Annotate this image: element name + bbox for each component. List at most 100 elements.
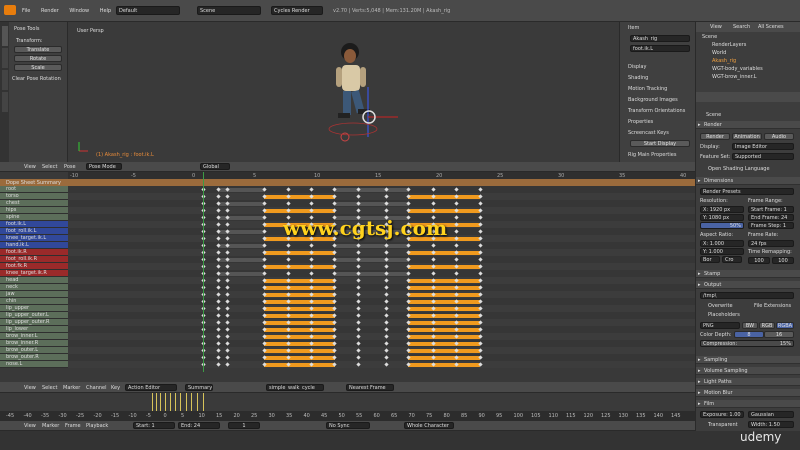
border-checkbox[interactable]: Bor (700, 256, 720, 263)
3d-viewport[interactable]: User Persp (1) Akash_rig : foot.ik.L (68, 22, 619, 162)
resolution-x-field[interactable]: X: 1920 px (700, 206, 744, 213)
shading-section[interactable]: Shading (628, 75, 648, 81)
render-presets-selector[interactable]: Render Presets (700, 188, 794, 195)
channel-row[interactable]: neck (0, 284, 68, 291)
transform-orientations-section[interactable]: Transform Orientations (628, 108, 685, 114)
viewport-menu-view[interactable]: View (24, 164, 36, 170)
tab-create[interactable] (2, 48, 8, 68)
outliner-tab-search[interactable]: Search (733, 24, 750, 30)
filter-selector[interactable]: Gaussian (748, 411, 794, 418)
resolution-percent-field[interactable]: 50% (700, 222, 744, 229)
display-selector[interactable]: Image Editor (732, 143, 794, 150)
transparent-checkbox[interactable]: Transparent (708, 422, 738, 428)
rgb-button[interactable]: RGB (759, 322, 775, 329)
motion-blur-panel-header[interactable]: Motion Blur (696, 389, 800, 397)
channel-row[interactable]: jaw (0, 291, 68, 298)
snap-selector[interactable]: Nearest Frame (346, 384, 394, 391)
keying-set-selector[interactable]: Whole Character (404, 422, 454, 429)
time-remap-old-field[interactable]: 100 (748, 257, 770, 264)
sync-selector[interactable]: No Sync (326, 422, 370, 429)
channel-row[interactable]: foot.fk.R (0, 263, 68, 270)
clear-pose-rotation-header[interactable]: Clear Pose Rotation (12, 76, 61, 82)
menu-help[interactable]: Help (100, 8, 111, 14)
dope-menu-select[interactable]: Select (42, 385, 57, 391)
tab-tools[interactable] (2, 26, 8, 46)
feature-set-selector[interactable]: Supported (732, 153, 794, 160)
menu-window[interactable]: Window (69, 8, 89, 14)
film-panel-header[interactable]: Film (696, 400, 800, 408)
rotate-button[interactable]: Rotate (14, 55, 62, 62)
background-images-section[interactable]: Background Images (628, 97, 678, 103)
output-panel-header[interactable]: Output (696, 281, 800, 289)
tab-relations[interactable] (2, 70, 8, 90)
channel-row[interactable]: lip_upper_outer.R (0, 319, 68, 326)
menu-render[interactable]: Render (41, 8, 59, 14)
render-button[interactable]: Render (700, 133, 730, 140)
outliner-wgt-body[interactable]: WGT-body_variables (712, 66, 763, 72)
dope-menu-view[interactable]: View (24, 385, 36, 391)
depth-16-button[interactable]: 16 (764, 331, 794, 338)
display-section[interactable]: Display (628, 64, 646, 70)
dope-menu-marker[interactable]: Marker (63, 385, 80, 391)
timeline-menu-frame[interactable]: Frame (65, 423, 81, 429)
sampling-panel-header[interactable]: Sampling (696, 356, 800, 364)
pose-tools-header[interactable]: Pose Tools (14, 26, 39, 32)
outliner-akash-rig[interactable]: Akash_rig (712, 58, 736, 64)
channel-row[interactable]: brow_inner.R (0, 340, 68, 347)
osl-checkbox[interactable]: Open Shading Language (708, 166, 770, 172)
dope-menu-channel[interactable]: Channel (86, 385, 107, 391)
channel-row[interactable]: foot_roll.ik.R (0, 256, 68, 263)
channel-row[interactable]: head (0, 277, 68, 284)
channel-row[interactable]: nose.L (0, 361, 68, 368)
dope-menu-key[interactable]: Key (111, 385, 120, 391)
orientation-selector[interactable]: Global (200, 163, 230, 170)
aspect-x-field[interactable]: X: 1.000 (700, 240, 744, 247)
mode-selector[interactable]: Pose Mode (86, 163, 122, 170)
frame-rate-selector[interactable]: 24 fps (748, 240, 794, 247)
channel-row[interactable]: brow_inner.L (0, 333, 68, 340)
item-name-field[interactable]: Akash_rig (630, 35, 690, 42)
translate-button[interactable]: Translate (14, 46, 62, 53)
frame-step-field[interactable]: Frame Step: 1 (748, 222, 794, 229)
channel-row[interactable]: lip_upper_outer.L (0, 312, 68, 319)
channel-row[interactable]: knee_target.ik.R (0, 270, 68, 277)
channel-row[interactable]: lip_lower (0, 326, 68, 333)
timeline-menu-view[interactable]: View (24, 423, 36, 429)
channel-row[interactable]: foot.ik.R (0, 249, 68, 256)
outliner-tab-all-scenes[interactable]: All Scenes (758, 24, 784, 30)
audio-button[interactable]: Audio (764, 133, 794, 140)
scale-button[interactable]: Scale (14, 64, 62, 71)
animation-button[interactable]: Animation (732, 133, 762, 140)
render-engine-selector[interactable]: Cycles Render (271, 6, 323, 15)
start-display-button[interactable]: Start Display (630, 140, 690, 147)
properties-section[interactable]: Properties (628, 119, 653, 125)
filter-width-field[interactable]: Width: 1.50 (748, 421, 794, 428)
outliner-world[interactable]: World (712, 50, 726, 56)
render-panel-header[interactable]: Render (696, 121, 800, 129)
summary-row[interactable]: Dope Sheet Summary (0, 179, 695, 186)
volume-sampling-panel-header[interactable]: Volume Sampling (696, 367, 800, 375)
aspect-y-field[interactable]: Y: 1.000 (700, 248, 744, 255)
end-frame-field[interactable]: End: 24 (178, 422, 220, 429)
start-frame-field[interactable]: Start Frame: 1 (748, 206, 794, 213)
rgba-button[interactable]: RGBA (776, 322, 794, 329)
viewport-menu-select[interactable]: Select (42, 164, 57, 170)
item-header[interactable]: Item (628, 25, 639, 31)
scene-selector[interactable]: Scene (197, 6, 261, 15)
summary-toggle[interactable]: Summary (185, 384, 213, 391)
keyframe-area[interactable] (68, 186, 695, 368)
viewport-menu-pose[interactable]: Pose (64, 164, 76, 170)
timeline-menu-marker[interactable]: Marker (42, 423, 59, 429)
overwrite-checkbox[interactable]: Overwrite (708, 303, 733, 309)
bw-button[interactable]: BW (742, 322, 758, 329)
editor-mode-selector[interactable]: Action Editor (125, 384, 177, 391)
channel-row[interactable]: knee_target.ik.L (0, 235, 68, 242)
time-remap-new-field[interactable]: 100 (772, 257, 794, 264)
outliner-renderlayers[interactable]: RenderLayers (712, 42, 746, 48)
channel-row[interactable]: foot.ik.L (0, 221, 68, 228)
channel-row[interactable]: chest (0, 200, 68, 207)
depth-8-button[interactable]: 8 (734, 331, 764, 338)
end-frame-field[interactable]: End Frame: 24 (748, 214, 794, 221)
channel-row[interactable]: hand.ik.L (0, 242, 68, 249)
channel-row[interactable]: spine (0, 214, 68, 221)
